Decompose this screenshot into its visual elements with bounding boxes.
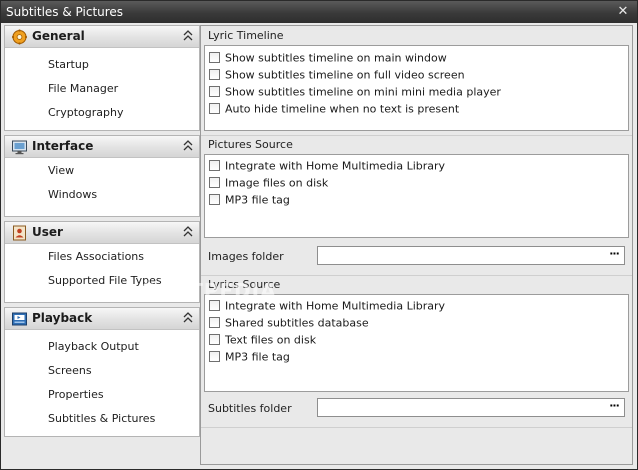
checkbox-box[interactable] (209, 299, 220, 311)
checkbox-timeline-full-video[interactable]: Show subtitles timeline on full video sc… (209, 66, 465, 83)
images-folder-browse-button[interactable]: ··· (606, 247, 622, 264)
section-label-lyric-timeline: Lyric Timeline (208, 29, 284, 42)
user-card-icon (13, 225, 26, 241)
checkbox-box[interactable] (209, 102, 220, 114)
checkbox-box[interactable] (209, 51, 220, 63)
checkbox-shared-subtitles-db[interactable]: Shared subtitles database (209, 314, 369, 331)
nav-group-playback: Playback Playback Output Screens Propert… (4, 307, 200, 437)
window-title: Subtitles & Pictures (6, 5, 124, 19)
settings-window: Subtitles & Pictures ✕ General Startup F… (0, 0, 638, 470)
nav-group-user: User Files Associations Supported File T… (4, 221, 200, 303)
chevron-double-up-icon[interactable] (183, 311, 193, 325)
checkbox-pictures-mp3-tag[interactable]: MP3 file tag (209, 191, 290, 208)
checkbox-timeline-mini-player[interactable]: Show subtitles timeline on mini mini med… (209, 83, 501, 100)
nav-item-subtitles-pictures[interactable]: Subtitles & Pictures (48, 410, 155, 428)
subtitles-folder-field[interactable]: ··· (317, 398, 625, 417)
images-folder-field[interactable]: ··· (317, 246, 625, 265)
nav-item-view[interactable]: View (48, 162, 74, 180)
pictures-source-options: Integrate with Home Multimedia Library I… (204, 154, 629, 238)
close-icon[interactable]: ✕ (615, 1, 631, 23)
images-folder-label: Images folder (208, 250, 284, 263)
checkbox-box[interactable] (209, 333, 220, 345)
nav-item-supported-file-types[interactable]: Supported File Types (48, 272, 162, 290)
chevron-double-up-icon[interactable] (183, 29, 193, 43)
section-divider (201, 427, 632, 428)
checkbox-timeline-main-window[interactable]: Show subtitles timeline on main window (209, 49, 447, 66)
checkbox-text-files-disk[interactable]: Text files on disk (209, 331, 316, 348)
checkbox-lyrics-mp3-tag[interactable]: MP3 file tag (209, 348, 290, 365)
lyric-timeline-options: Show subtitles timeline on main window S… (204, 45, 629, 131)
checkbox-box[interactable] (209, 176, 220, 188)
chevron-double-up-icon[interactable] (183, 139, 193, 153)
section-label-lyrics-source: Lyrics Source (208, 278, 281, 291)
chevron-double-up-icon[interactable] (183, 225, 193, 239)
subtitles-folder-label: Subtitles folder (208, 402, 292, 415)
checkbox-lyrics-home-library[interactable]: Integrate with Home Multimedia Library (209, 297, 445, 314)
checkbox-box[interactable] (209, 159, 220, 171)
settings-content: Lyric Timeline Show subtitles timeline o… (200, 25, 633, 465)
nav-group-interface: Interface View Windows (4, 135, 200, 217)
checkbox-box[interactable] (209, 85, 220, 97)
section-divider (201, 135, 632, 136)
monitor-icon (12, 140, 27, 155)
nav-item-cryptography[interactable]: Cryptography (48, 104, 123, 122)
nav-group-header-general[interactable]: General (5, 26, 199, 48)
gear-icon (12, 29, 27, 45)
nav-item-playback-output[interactable]: Playback Output (48, 338, 139, 356)
nav-group-header-playback[interactable]: Playback (5, 308, 199, 330)
title-bar[interactable]: Subtitles & Pictures ✕ (1, 1, 637, 23)
checkbox-pictures-home-library[interactable]: Integrate with Home Multimedia Library (209, 157, 445, 174)
checkbox-image-files-disk[interactable]: Image files on disk (209, 174, 328, 191)
nav-group-title-interface: Interface (32, 139, 94, 153)
nav-group-title-user: User (32, 225, 63, 239)
nav-item-screens[interactable]: Screens (48, 362, 92, 380)
nav-item-file-manager[interactable]: File Manager (48, 80, 118, 98)
checkbox-box[interactable] (209, 350, 220, 362)
nav-group-header-interface[interactable]: Interface (5, 136, 199, 158)
nav-item-windows[interactable]: Windows (48, 186, 97, 204)
checkbox-box[interactable] (209, 193, 220, 205)
nav-group-title-general: General (32, 29, 85, 43)
nav-item-startup[interactable]: Startup (48, 56, 89, 74)
nav-group-title-playback: Playback (32, 311, 93, 325)
nav-group-header-user[interactable]: User (5, 222, 199, 244)
section-divider (201, 275, 632, 276)
lyrics-source-options: Integrate with Home Multimedia Library S… (204, 294, 629, 392)
nav-group-general: General Startup File Manager Cryptograph… (4, 25, 200, 131)
section-label-pictures-source: Pictures Source (208, 138, 293, 151)
checkbox-box[interactable] (209, 68, 220, 80)
subtitles-folder-browse-button[interactable]: ··· (606, 399, 622, 416)
settings-navigation: General Startup File Manager Cryptograph… (4, 25, 200, 465)
checkbox-auto-hide-timeline[interactable]: Auto hide timeline when no text is prese… (209, 100, 459, 117)
nav-item-files-associations[interactable]: Files Associations (48, 248, 144, 266)
playback-icon (12, 312, 27, 326)
checkbox-box[interactable] (209, 316, 220, 328)
nav-item-properties[interactable]: Properties (48, 386, 104, 404)
